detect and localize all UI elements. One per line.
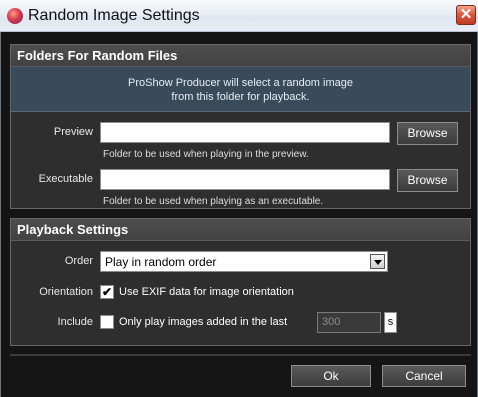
chevron-down-icon[interactable]: [370, 254, 385, 269]
include-label: Include: [57, 316, 93, 328]
preview-browse-button[interactable]: Browse: [397, 122, 458, 145]
executable-label: Executable: [38, 173, 93, 185]
checkmark-icon: ✔: [101, 285, 113, 299]
app-icon: [7, 8, 23, 24]
folders-group: Folders For Random Files ProShow Produce…: [10, 44, 471, 209]
playback-group-title: Playback Settings: [17, 222, 129, 237]
order-selected-value: Play in random order: [105, 255, 217, 269]
order-label: Order: [64, 255, 93, 267]
executable-folder-input[interactable]: [100, 169, 390, 190]
include-checkbox[interactable]: [100, 315, 114, 329]
order-select[interactable]: Play in random order: [100, 251, 388, 272]
include-unit-label: s: [384, 312, 397, 333]
info-line-1: ProShow Producer will select a random im…: [128, 77, 353, 89]
include-days-input[interactable]: 300: [317, 312, 381, 333]
orientation-checkbox[interactable]: ✔: [100, 285, 114, 299]
random-image-settings-dialog: Random Image Settings ✕ Folders For Rand…: [0, 0, 478, 397]
preview-folder-input[interactable]: [100, 122, 390, 143]
cancel-button[interactable]: Cancel: [382, 365, 466, 387]
playback-group-header: Playback Settings: [11, 219, 470, 241]
executable-browse-button[interactable]: Browse: [397, 169, 458, 192]
ok-button[interactable]: Ok: [291, 365, 371, 387]
playback-group: Playback Settings Order Play in random o…: [10, 218, 471, 346]
folders-group-title: Folders For Random Files: [17, 48, 178, 63]
footer-divider: [10, 354, 471, 356]
window-title: Random Image Settings: [28, 7, 200, 24]
close-button[interactable]: ✕: [456, 5, 476, 25]
preview-hint: Folder to be used when playing in the pr…: [103, 149, 309, 160]
dialog-body: Folders For Random Files ProShow Produce…: [0, 32, 478, 397]
orientation-option-text: Use EXIF data for image orientation: [119, 286, 294, 298]
include-option-text: Only play images added in the last: [119, 316, 288, 328]
info-line-2: from this folder for playback.: [171, 91, 310, 103]
close-icon: ✕: [459, 6, 473, 23]
folders-info-band: ProShow Producer will select a random im…: [11, 67, 470, 112]
folders-group-header: Folders For Random Files: [11, 45, 470, 67]
title-bar[interactable]: Random Image Settings ✕: [0, 0, 478, 32]
preview-label: Preview: [53, 126, 93, 138]
executable-hint: Folder to be used when playing as an exe…: [103, 196, 324, 207]
orientation-label: Orientation: [39, 286, 93, 298]
